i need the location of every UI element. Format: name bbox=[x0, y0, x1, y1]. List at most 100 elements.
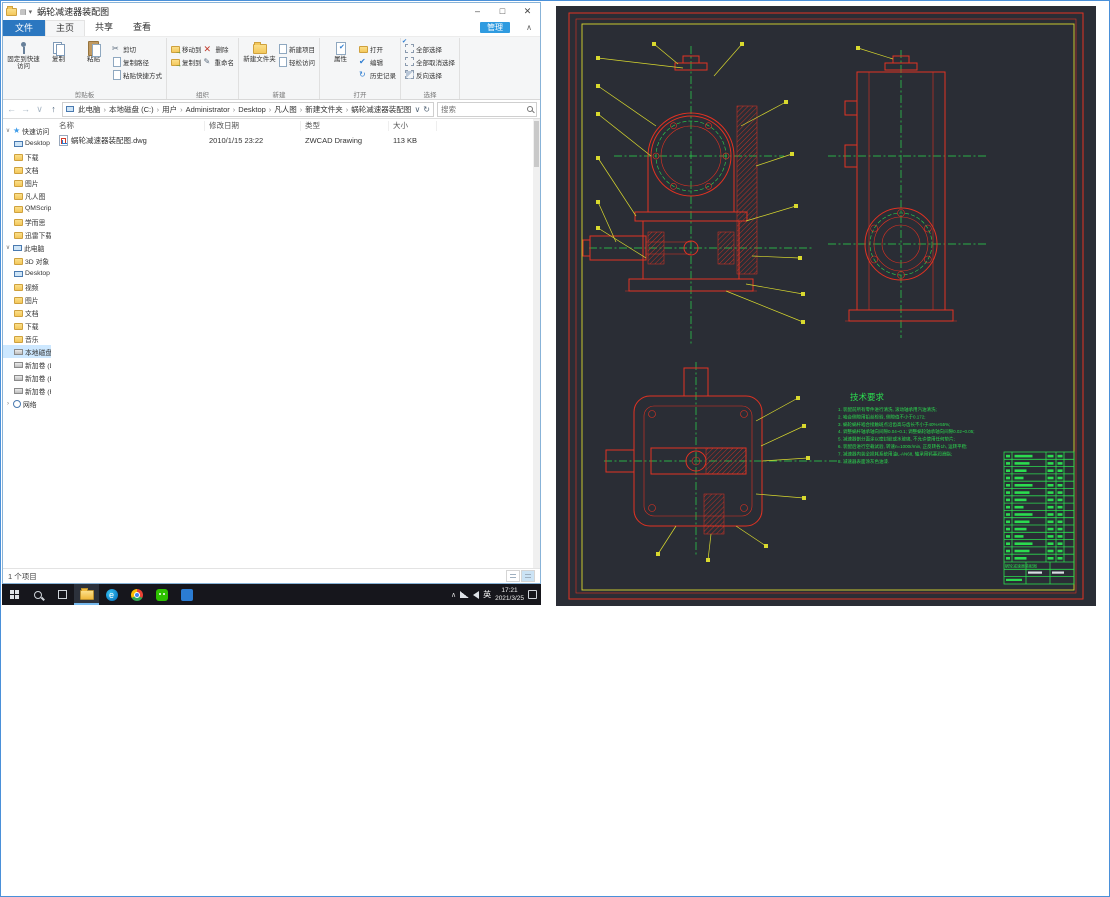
taskbar-search-button[interactable] bbox=[26, 584, 50, 605]
tab-view[interactable]: 查看 bbox=[123, 20, 161, 36]
sidebar-item-pictures[interactable]: 图片 bbox=[3, 176, 51, 189]
taskbar-file-explorer[interactable] bbox=[74, 584, 99, 605]
column-size[interactable]: 大小 bbox=[389, 121, 437, 131]
recent-locations-icon[interactable] bbox=[34, 104, 45, 115]
cad-drawing-viewport[interactable]: 技术要求 1. 装配前所有零件进行清洗, 滚动轴承用汽油清洗; 2. 啮合侧隙用… bbox=[556, 6, 1096, 606]
sidebar-item-xueersi[interactable]: 学而思 bbox=[3, 215, 51, 228]
volume-tray-icon[interactable] bbox=[473, 590, 480, 599]
search-input[interactable] bbox=[441, 104, 525, 114]
scrollbar-thumb[interactable] bbox=[534, 121, 539, 167]
sidebar-network[interactable]: 网络 bbox=[3, 397, 51, 410]
explorer-main: 快速访问 Desktop 下载 文档 图片 凡人图 QMScript 学而思 迅… bbox=[3, 119, 540, 568]
pin-icon bbox=[16, 41, 31, 55]
back-button[interactable] bbox=[6, 104, 17, 114]
file-row[interactable]: 蜗轮减速器装配图.dwg 2010/1/15 23:22 ZWCAD Drawi… bbox=[55, 133, 540, 147]
pin-to-quick-access-button[interactable]: 固定到快速访问 bbox=[7, 40, 40, 71]
crumb-desktop[interactable]: Desktop bbox=[236, 105, 268, 114]
sidebar-item-fanrentu[interactable]: 凡人图 bbox=[3, 189, 51, 202]
properties-icon bbox=[333, 41, 348, 55]
column-type[interactable]: 类型 bbox=[301, 121, 389, 131]
large-icons-view-button[interactable] bbox=[521, 570, 535, 582]
minimize-button[interactable] bbox=[465, 3, 490, 20]
maximize-button[interactable] bbox=[490, 3, 515, 20]
rename-button[interactable]: 重命名 bbox=[204, 56, 235, 67]
crumb-current[interactable]: 蜗轮减速器装配图 bbox=[349, 104, 413, 115]
move-to-button[interactable]: 移动到 bbox=[171, 43, 202, 56]
sidebar-item-pc-documents[interactable]: 文档 bbox=[3, 306, 51, 319]
sidebar-item-volume-d[interactable]: 新加卷 (D:) bbox=[3, 358, 51, 371]
column-name[interactable]: 名称 bbox=[55, 121, 205, 131]
address-dropdown-icon[interactable] bbox=[414, 105, 420, 114]
crumb-this-pc[interactable]: 此电脑 bbox=[76, 104, 103, 115]
sidebar-item-volume-f[interactable]: 新加卷 (F:) bbox=[3, 384, 51, 397]
close-button[interactable] bbox=[515, 3, 540, 20]
sidebar-item-videos[interactable]: 视频 bbox=[3, 280, 51, 293]
tab-manage[interactable]: 管理 bbox=[480, 22, 510, 33]
sidebar-item-pc-desktop[interactable]: Desktop bbox=[3, 267, 51, 280]
sidebar-item-qmscript[interactable]: QMScript bbox=[3, 202, 51, 215]
breadcrumb[interactable]: 此电脑 本地磁盘 (C:) 用户 Administrator Desktop 凡… bbox=[62, 101, 434, 117]
select-all-button[interactable]: 全部选择 bbox=[405, 43, 455, 54]
quick-access-toolbar[interactable] bbox=[20, 8, 32, 16]
paste-button[interactable]: 粘贴 bbox=[77, 40, 110, 63]
sidebar-item-volume-e[interactable]: 新加卷 (E:) bbox=[3, 371, 51, 384]
folder-icon bbox=[14, 154, 23, 161]
column-modified[interactable]: 修改日期 bbox=[205, 121, 301, 131]
copy-to-button[interactable]: 复制到 bbox=[171, 56, 202, 69]
svg-text:5. 减速器剖分面涂以密封胶或水玻璃, 不允许使用任何垫片;: 5. 减速器剖分面涂以密封胶或水玻璃, 不允许使用任何垫片; bbox=[838, 436, 955, 443]
forward-button[interactable] bbox=[20, 104, 31, 114]
taskbar-code-editor[interactable] bbox=[174, 584, 199, 605]
vertical-scrollbar[interactable] bbox=[533, 119, 540, 568]
sidebar-item-documents[interactable]: 文档 bbox=[3, 163, 51, 176]
sidebar-item-desktop[interactable]: Desktop bbox=[3, 137, 51, 150]
start-button[interactable] bbox=[2, 584, 26, 605]
taskbar-chrome[interactable] bbox=[124, 584, 149, 605]
sidebar-item-pc-pictures[interactable]: 图片 bbox=[3, 293, 51, 306]
invert-selection-button[interactable]: 反向选择 bbox=[405, 69, 455, 80]
copy-button[interactable]: 复制 bbox=[42, 40, 75, 63]
taskbar-clock[interactable]: 17:21 2021/3/25 bbox=[495, 587, 524, 603]
sidebar-quick-access[interactable]: 快速访问 bbox=[3, 124, 51, 137]
sidebar-item-downloads[interactable]: 下载 bbox=[3, 150, 51, 163]
sidebar-item-local-disk-c[interactable]: 本地磁盘 (C:) bbox=[3, 345, 51, 358]
new-folder-button[interactable]: 新建文件夹 bbox=[243, 40, 276, 63]
sidebar-item-thunder-downloads[interactable]: 迅雷下载 bbox=[3, 228, 51, 241]
paste-shortcut-button[interactable]: 粘贴快捷方式 bbox=[112, 69, 162, 80]
ime-indicator[interactable]: 英 bbox=[483, 589, 491, 600]
folder-icon bbox=[14, 284, 23, 291]
taskbar-wechat[interactable] bbox=[149, 584, 174, 605]
taskbar-edge[interactable] bbox=[99, 584, 124, 605]
up-button[interactable] bbox=[48, 104, 59, 114]
open-button[interactable]: 打开 bbox=[359, 43, 396, 54]
collapse-ribbon-icon[interactable] bbox=[526, 23, 532, 32]
refresh-icon[interactable] bbox=[423, 105, 430, 114]
easy-access-button[interactable]: 轻松访问 bbox=[278, 56, 315, 67]
copy-path-button[interactable]: 复制路径 bbox=[112, 56, 162, 67]
action-center-icon[interactable] bbox=[528, 590, 537, 599]
sidebar-this-pc[interactable]: 此电脑 bbox=[3, 241, 51, 254]
sidebar-item-pc-downloads[interactable]: 下载 bbox=[3, 319, 51, 332]
crumb-folder-1[interactable]: 凡人图 bbox=[272, 104, 299, 115]
tab-share[interactable]: 共享 bbox=[85, 20, 123, 36]
ribbon-group-clipboard: 固定到快速访问 复制 粘贴 剪切 复制路径 粘贴快捷方式 剪贴板 bbox=[3, 38, 167, 99]
tray-expand-icon[interactable]: ∧ bbox=[451, 591, 456, 599]
details-view-button[interactable] bbox=[506, 570, 520, 582]
crumb-administrator[interactable]: Administrator bbox=[184, 105, 232, 114]
properties-button[interactable]: 属性 bbox=[324, 40, 357, 63]
network-tray-icon[interactable] bbox=[460, 591, 470, 598]
history-button[interactable]: 历史记录 bbox=[359, 69, 396, 80]
crumb-folder-2[interactable]: 新建文件夹 bbox=[303, 104, 345, 115]
select-none-button[interactable]: 全部取消选择 bbox=[405, 56, 455, 67]
delete-button[interactable]: 删除 bbox=[204, 43, 235, 54]
sidebar-item-3d-objects[interactable]: 3D 对象 bbox=[3, 254, 51, 267]
sidebar-item-music[interactable]: 音乐 bbox=[3, 332, 51, 345]
new-item-button[interactable]: 新建项目 bbox=[278, 43, 315, 54]
crumb-disk-c[interactable]: 本地磁盘 (C:) bbox=[107, 104, 156, 115]
tab-home[interactable]: 主页 bbox=[45, 20, 86, 36]
crumb-users[interactable]: 用户 bbox=[160, 104, 179, 115]
tab-file[interactable]: 文件 bbox=[3, 20, 46, 36]
cut-button[interactable]: 剪切 bbox=[112, 43, 162, 54]
search-box[interactable] bbox=[437, 101, 537, 117]
edit-button[interactable]: 编辑 bbox=[359, 56, 396, 67]
task-view-button[interactable] bbox=[50, 584, 74, 605]
